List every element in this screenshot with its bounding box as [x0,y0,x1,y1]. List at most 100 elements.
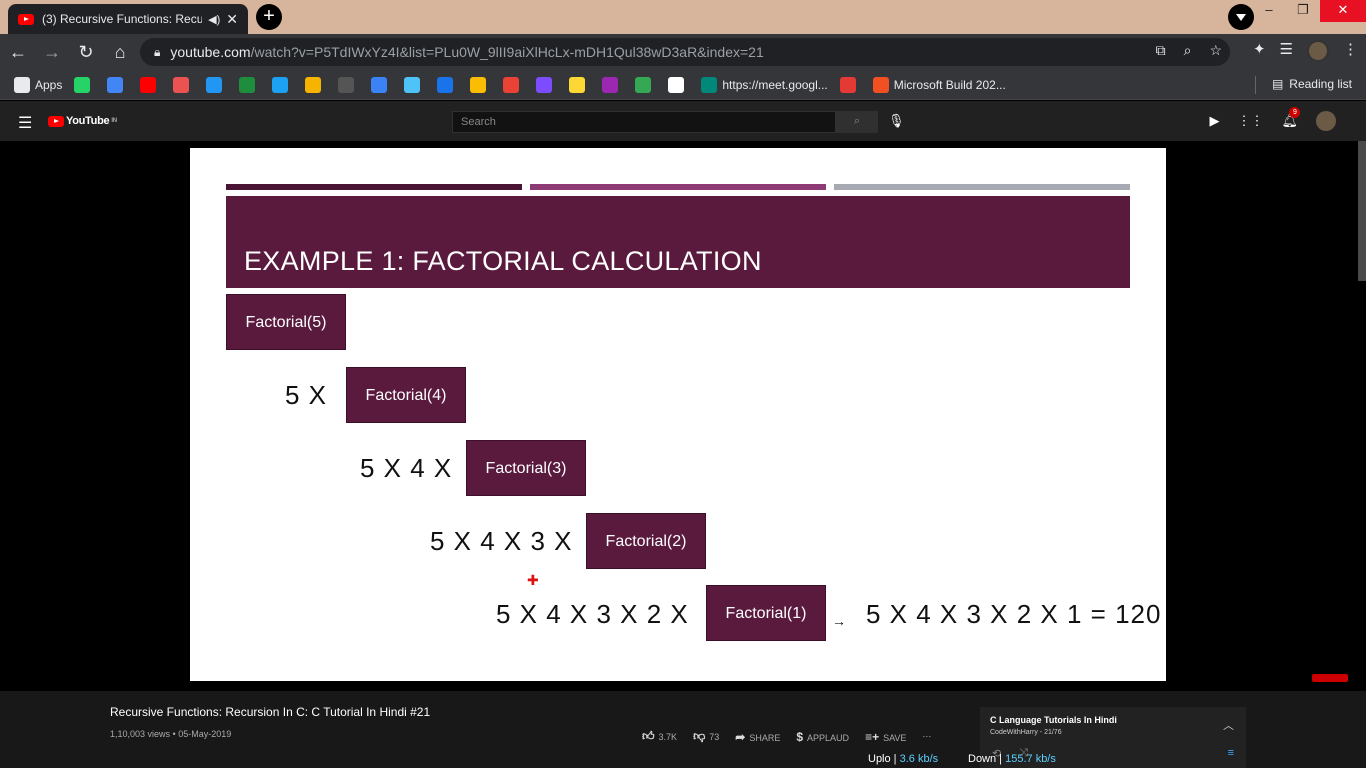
open-in-app-icon[interactable]: ⧉ [1156,42,1166,59]
microphone-icon[interactable]: 🎙︎ [888,113,905,129]
chevron-up-icon[interactable]: ︿ [1223,717,1234,733]
profile-avatar[interactable] [1307,40,1329,62]
n-icon [404,76,421,93]
download-value: 155.7 kb/s [1005,753,1056,765]
back-button[interactable]: ← [2,36,34,68]
applaud-icon: $ [796,729,804,744]
account-avatar[interactable] [1316,111,1336,131]
microsoft-icon [872,76,889,93]
bookmark-item[interactable]: https://meet.googl... [701,76,828,93]
factorial-box: Factorial(1) [706,585,826,641]
bookmark-item[interactable] [305,76,326,93]
lock-icon[interactable]: 🔒︎ [154,45,160,60]
more-actions-icon[interactable]: ⋯ [922,731,931,742]
close-window-button[interactable]: ✕ [1320,0,1366,22]
bookmark-item[interactable] [107,76,128,93]
close-tab-icon[interactable]: ✕ [226,11,238,28]
bookmark-item[interactable] [635,76,656,93]
playlist-subtitle: CodeWithHarry - 21/76 [990,729,1062,736]
bookmark-item[interactable] [503,76,524,93]
zoom-icon[interactable]: ⌕ [1184,42,1192,59]
bookmark-label: Microsoft Build 202... [893,77,1006,92]
new-tab-button[interactable]: + [256,4,282,30]
search-input[interactable]: Search [452,111,836,133]
slide-bar-2 [530,184,826,190]
youtube-header: ☰ YouTube IN Search ⌕ 🎙︎ ▶ ⋮⋮ 🔔︎ 9 [0,101,1366,141]
download-speed: Down | 155.7 kb/s [968,753,1056,765]
playlist-title: C Language Tutorials In Hindi [990,715,1117,725]
photo-icon [305,76,322,93]
restore-button[interactable]: ❐ [1286,0,1320,22]
bookmark-item[interactable] [74,76,95,93]
upload-value: 3.6 kb/s [899,753,939,765]
share-button[interactable]: ➦ SHARE [735,730,780,744]
expression: 5 X 4 X [360,453,453,483]
video-info: Recursive Functions: Recursion In C: C T… [0,691,1366,768]
minimize-button[interactable]: – [1252,0,1286,22]
bookmark-item[interactable] [668,76,689,93]
bookmark-item[interactable] [272,76,293,93]
save-button[interactable]: ≡+ SAVE [865,730,906,744]
doc-icon [470,76,487,93]
reading-list-button[interactable]: ▤ Reading list [1272,77,1352,91]
bookmark-item[interactable] [470,76,491,93]
browser-tab[interactable]: (3) Recursive Functions: Recu ◀) ✕ [8,4,248,34]
apps-grid-icon[interactable]: ⋮⋮ [1237,113,1263,129]
play-store-icon [635,76,652,93]
bookmark-item[interactable] [569,76,590,93]
w-icon [206,76,223,93]
bookmark-item[interactable] [239,76,260,93]
slide-bar-1 [226,184,522,190]
subscribe-watermark[interactable] [1312,674,1348,682]
youtube-header-actions: ▶ ⋮⋮ 🔔︎ 9 [1209,107,1336,131]
m-purple-icon [602,76,619,93]
youtube-favicon-icon [18,13,34,25]
speaker-icon[interactable]: ◀) [208,13,220,26]
bookmark-item[interactable] [173,76,194,93]
menu-icon[interactable]: ⋮ [1343,40,1358,62]
bolt-icon [536,76,553,93]
home-button[interactable]: ⌂ [104,36,136,68]
bookmark-item[interactable] [206,76,227,93]
extensions-icon[interactable]: ✦ [1253,40,1266,62]
bookmark-icon [107,76,124,93]
bookmark-item[interactable] [338,76,359,93]
bookmark-item[interactable] [437,76,458,93]
forward-button[interactable]: → [36,36,68,68]
bookmark-item[interactable] [839,76,861,93]
window-titlebar: (3) Recursive Functions: Recu ◀) ✕ + – ❐… [0,0,1366,34]
apps-grid-icon [14,76,30,93]
udemy-icon [173,76,190,93]
reload-button[interactable]: ↻ [70,36,102,68]
hamburger-menu-icon[interactable]: ☰ [18,113,32,133]
country-code: IN [111,118,117,124]
url-host: youtube.com [170,44,251,60]
toolbar-right: ✦ ☰ ⋮ [1253,40,1358,62]
box-icon [503,76,520,93]
bookmark-item[interactable]: Microsoft Build 202... [872,76,1006,93]
bookmark-item[interactable] [536,76,557,93]
bookmark-item[interactable]: Apps [14,76,62,93]
video-title: Recursive Functions: Recursion In C: C T… [110,705,431,719]
search-button[interactable]: ⌕ [836,111,878,133]
dislike-button[interactable]: 👎︎ 73 [693,729,719,744]
like-button[interactable]: 👍︎ 3.7K [642,729,677,744]
page-scrollbar[interactable] [1358,141,1366,281]
applaud-button[interactable]: $ APPLAUD [796,730,849,744]
bookmark-item[interactable] [602,76,623,93]
cursor-marker-icon: ✚ [527,572,539,588]
bookmark-item[interactable] [404,76,425,93]
reading-list-label: Reading list [1289,77,1352,91]
address-bar[interactable]: 🔒︎ youtube.com/watch?v=P5TdIWxYz4I&list=… [140,38,1230,66]
bookmark-item[interactable] [371,76,392,93]
tab-search-button[interactable] [1228,4,1254,30]
notifications-button[interactable]: 🔔︎ 9 [1281,107,1301,129]
playlist-queue-icon[interactable]: ≡ [1228,747,1234,759]
media-control-icon[interactable]: ☰ [1280,40,1293,62]
slide-bar-3 [834,184,1130,190]
star-icon[interactable]: ☆ [1209,42,1222,59]
youtube-logo[interactable]: YouTube IN [48,115,117,127]
bookmark-item[interactable] [140,76,161,93]
bug-icon [437,76,454,93]
create-video-icon[interactable]: ▶ [1209,113,1219,129]
